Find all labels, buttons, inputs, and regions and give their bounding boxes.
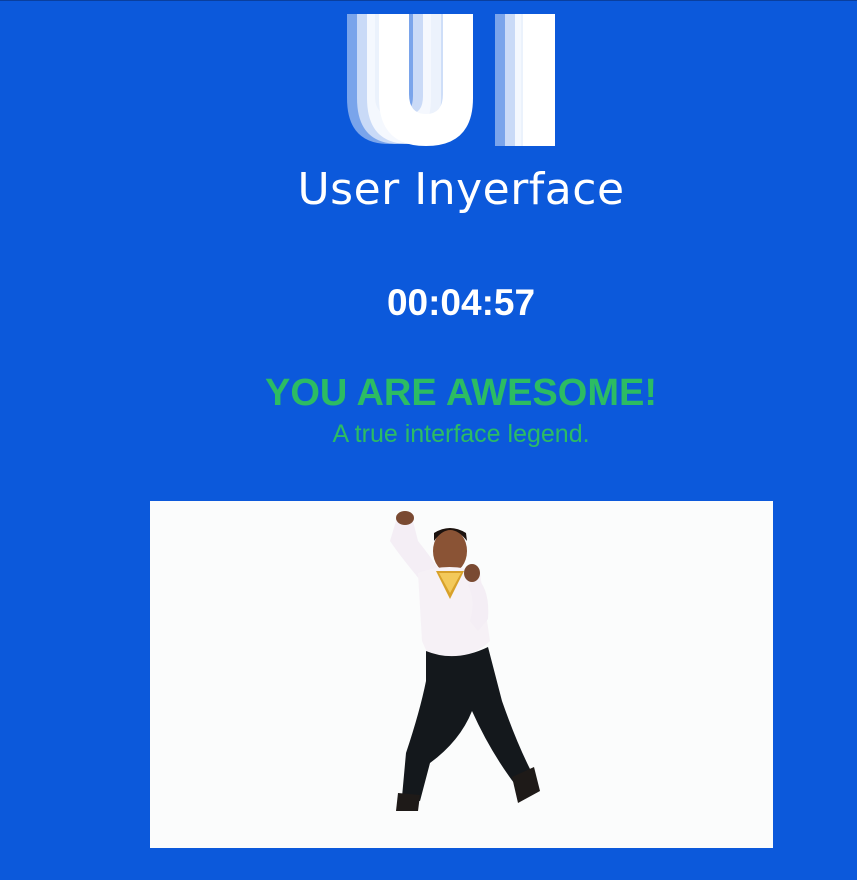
success-headline: YOU ARE AWESOME! — [265, 372, 657, 414]
elapsed-timer: 00:04:57 — [386, 282, 536, 323]
success-subline: A true interface legend. — [332, 420, 590, 448]
app-title: User Inyerface — [297, 164, 625, 215]
celebration-animation — [150, 501, 773, 848]
top-border — [0, 0, 857, 1]
ui-logo-icon — [347, 14, 555, 146]
ui-logo — [345, 14, 557, 146]
dancing-man-figure — [390, 511, 540, 811]
